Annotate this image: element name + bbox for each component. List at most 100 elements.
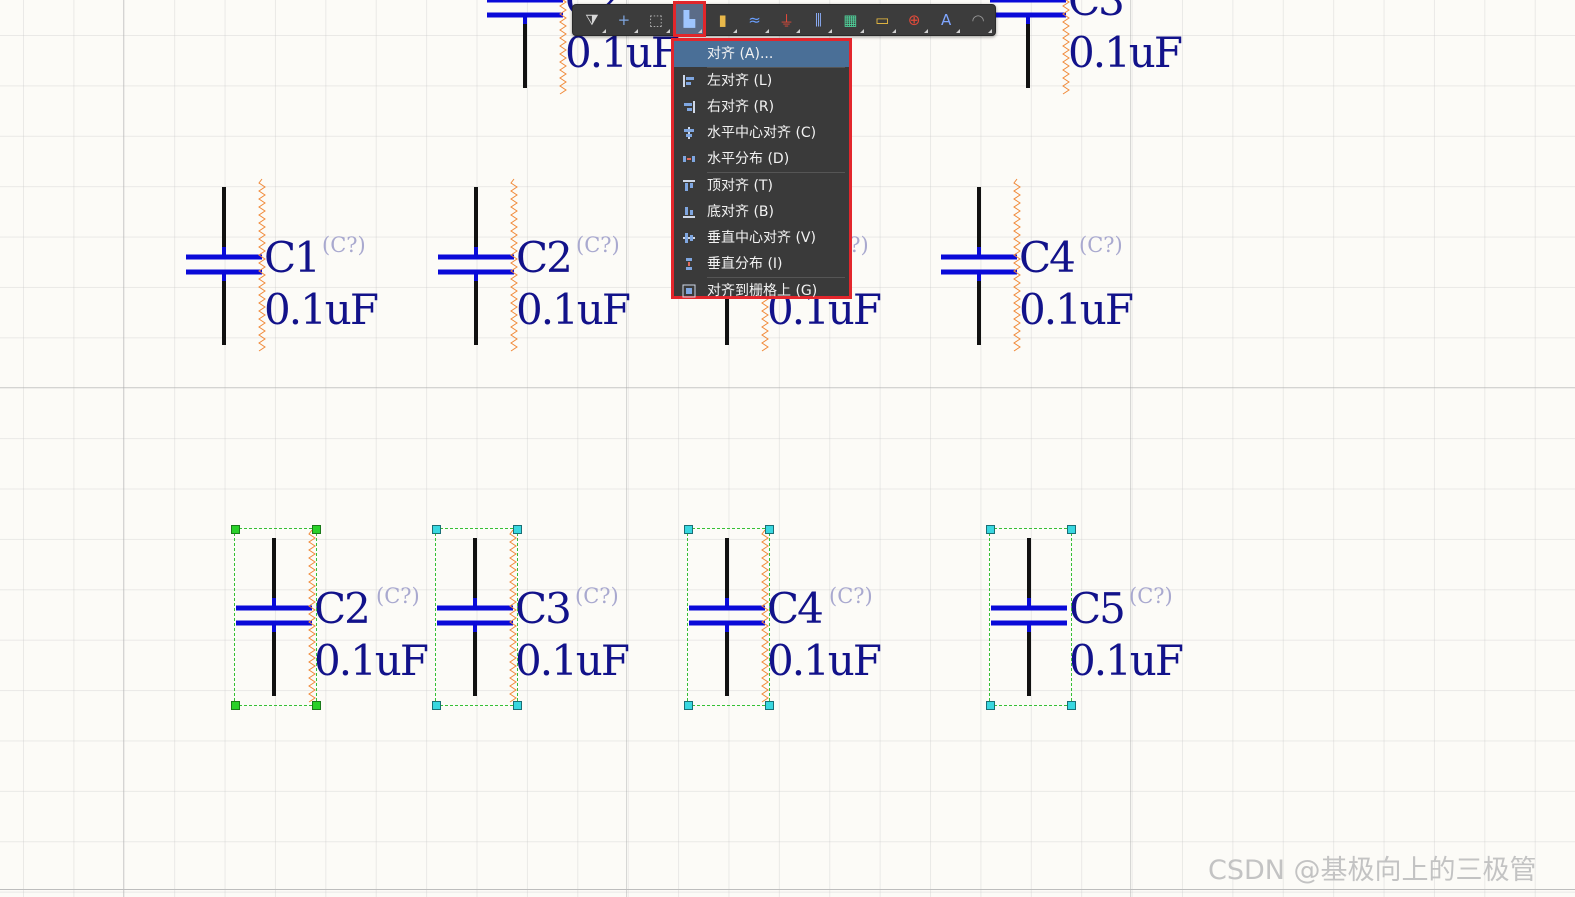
dropdown-indicator-icon xyxy=(601,29,606,33)
selection-handle[interactable] xyxy=(432,701,441,710)
align-right-icon xyxy=(684,101,695,113)
toolbar-button-port[interactable]: ▭ xyxy=(867,6,897,34)
value-label[interactable]: 0.1uF xyxy=(264,289,379,331)
dropdown-indicator-icon xyxy=(828,29,833,33)
dropdown-indicator-icon xyxy=(924,29,929,33)
align-grid-icon xyxy=(682,284,696,298)
align-bottom-icon xyxy=(683,207,695,218)
cross-icon: + xyxy=(617,11,631,29)
value-label[interactable]: 0.1uF xyxy=(1019,289,1134,331)
toolbar-button-select-rect[interactable]: ⬚ xyxy=(641,6,671,34)
menu-item-align-dialog[interactable]: 对齐 (A)... xyxy=(674,41,849,67)
designator-label[interactable]: C3 xyxy=(515,588,572,630)
value-label[interactable]: 0.1uF xyxy=(314,640,429,682)
align-dropdown-menu: 对齐 (A)... 左对齐 (L) 右对齐 (R) 水平中心对齐 (C) 水平分布 (D… xyxy=(671,38,852,299)
dropdown-indicator-icon xyxy=(796,29,801,33)
capacitor-c1[interactable]: C1 (C?) 0.1uF xyxy=(186,178,446,355)
menu-item-align-v-center[interactable]: 垂直中心对齐 (V) xyxy=(674,225,849,251)
value-label[interactable]: 0.1uF xyxy=(1069,640,1184,682)
selection-handle[interactable] xyxy=(513,525,522,534)
menu-item-align-h-center[interactable]: 水平中心对齐 (C) xyxy=(674,120,849,146)
text-icon: A xyxy=(940,11,952,29)
value-label[interactable]: 0.1uF xyxy=(515,640,630,682)
designator-label[interactable]: C2 xyxy=(314,588,371,630)
menu-item-align-grid[interactable]: 对齐到栅格上 (G) xyxy=(674,278,849,304)
selection-handle[interactable] xyxy=(765,701,774,710)
align-dialog-icon xyxy=(682,47,696,61)
toolbar-button-align-bottom[interactable]: ▙ xyxy=(672,1,706,37)
dropdown-indicator-icon xyxy=(764,29,769,33)
value-label[interactable]: 0.1uF xyxy=(516,289,631,331)
value-label[interactable]: 0.1uF xyxy=(767,640,882,682)
capacitor-symbol xyxy=(438,178,518,352)
selection-handle[interactable] xyxy=(986,701,995,710)
capacitor-symbol xyxy=(941,178,1021,352)
sheet-border xyxy=(0,889,1575,890)
capacitor-c5[interactable]: C5 (C?) 0.1uF xyxy=(986,525,1251,710)
menu-item-label: 对齐 (A)... xyxy=(707,46,774,62)
menu-item-align-right[interactable]: 右对齐 (R) xyxy=(674,94,849,120)
selection-handle[interactable] xyxy=(513,701,522,710)
toolbar-button-wire[interactable]: ≈ xyxy=(740,6,770,34)
dropdown-indicator-icon xyxy=(732,29,737,33)
toolbar-button-cross[interactable]: + xyxy=(609,6,639,34)
selection-handle[interactable] xyxy=(312,701,321,710)
toolbar-button-part[interactable]: ▮ xyxy=(708,6,738,34)
menu-item-label: 顶对齐 (T) xyxy=(707,178,773,194)
designator-tag: (C?) xyxy=(829,584,873,608)
menu-item-label: 水平中心对齐 (C) xyxy=(707,125,817,141)
designator-label[interactable]: C1 xyxy=(264,237,321,279)
value-label[interactable]: 0.1uF xyxy=(565,32,680,74)
menu-item-label: 对齐到栅格上 (G) xyxy=(707,283,818,299)
toolbar-button-filter[interactable]: ⧩ xyxy=(577,6,607,34)
designator-label[interactable]: C2 xyxy=(516,237,573,279)
selection-handle[interactable] xyxy=(231,701,240,710)
toolbar-button-sheet-symbol[interactable]: ▦ xyxy=(835,6,865,34)
menu-item-distribute-v[interactable]: 垂直分布 (I) xyxy=(674,251,849,277)
value-label[interactable]: 0.1uF xyxy=(1068,32,1183,74)
capacitor-c4[interactable]: C4 (C?) 0.1uF xyxy=(684,525,949,710)
toolbar-button-ground[interactable]: ⏚ xyxy=(772,6,802,34)
align-h-center-icon xyxy=(684,127,694,139)
toolbar-button-arc[interactable]: ◠ xyxy=(963,6,993,34)
capacitor-c2[interactable]: C2 (C?) 0.1uF xyxy=(438,178,698,355)
capacitor-c3[interactable]: C3 (C?) 0.1uF xyxy=(432,525,697,710)
toolbar-button-no-erc[interactable]: ⊕ xyxy=(899,6,929,34)
dropdown-indicator-icon xyxy=(956,29,961,33)
dropdown-indicator-icon xyxy=(633,29,638,33)
grid-major-line xyxy=(123,0,124,897)
designator-tag: (C?) xyxy=(1079,233,1123,257)
selection-handle[interactable] xyxy=(231,525,240,534)
selection-handle[interactable] xyxy=(1067,525,1076,534)
selection-handle[interactable] xyxy=(312,525,321,534)
designator-tag: (C?) xyxy=(376,584,420,608)
selection-handle[interactable] xyxy=(684,525,693,534)
designator-tag: (C?) xyxy=(575,584,619,608)
selection-handle[interactable] xyxy=(1067,701,1076,710)
designator-label[interactable]: C5 xyxy=(1069,588,1126,630)
designator-tag: (C?) xyxy=(1129,584,1173,608)
menu-item-align-left[interactable]: 左对齐 (L) xyxy=(674,68,849,94)
selection-handle[interactable] xyxy=(986,525,995,534)
menu-item-label: 垂直中心对齐 (V) xyxy=(707,230,816,246)
distribute-h-icon xyxy=(683,156,695,162)
designator-label[interactable]: C4 xyxy=(767,588,824,630)
ground-icon: ⏚ xyxy=(779,11,795,30)
capacitor-c4[interactable]: C4 (C?) 0.1uF xyxy=(941,178,1201,355)
selection-handle[interactable] xyxy=(765,525,774,534)
menu-item-label: 水平分布 (D) xyxy=(707,151,790,167)
selection-handle[interactable] xyxy=(432,525,441,534)
capacitor-c3[interactable]: C3 (C?) 0.1uF xyxy=(990,0,1250,98)
menu-item-align-bottom[interactable]: 底对齐 (B) xyxy=(674,199,849,225)
designator-label[interactable]: C4 xyxy=(1019,237,1076,279)
port-icon: ▭ xyxy=(875,11,890,29)
menu-item-align-top[interactable]: 顶对齐 (T) xyxy=(674,173,849,199)
designator-label[interactable]: C3 xyxy=(1068,0,1125,22)
filter-icon: ⧩ xyxy=(585,11,599,29)
toolbar-button-bus[interactable]: ⫼ xyxy=(803,6,833,34)
selection-handle[interactable] xyxy=(684,701,693,710)
watermark: CSDN @基极向上的三极管 xyxy=(1208,855,1537,886)
arc-icon: ◠ xyxy=(971,11,985,29)
menu-item-distribute-h[interactable]: 水平分布 (D) xyxy=(674,146,849,172)
toolbar-button-text[interactable]: A xyxy=(931,6,961,34)
